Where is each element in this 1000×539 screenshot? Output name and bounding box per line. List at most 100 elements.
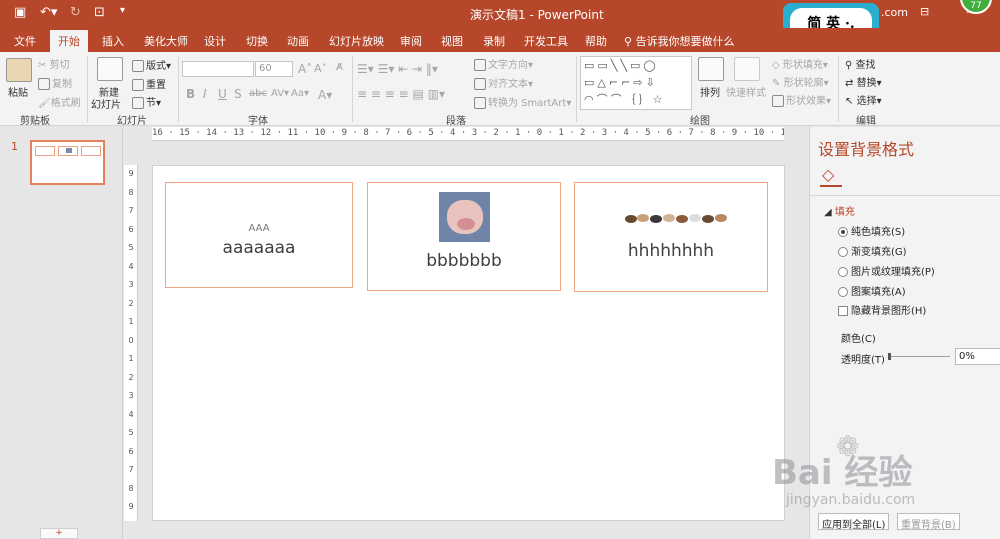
align-text-button[interactable]: 对齐文本▾ bbox=[474, 75, 533, 90]
slider-thumb[interactable] bbox=[888, 353, 891, 360]
solid-fill-label: 纯色填充(S) bbox=[851, 227, 906, 238]
save-icon[interactable]: ▣ bbox=[14, 5, 26, 20]
tab-transitions[interactable]: 切换 bbox=[246, 33, 268, 49]
vruler-number: 1 bbox=[128, 317, 134, 326]
italic-button[interactable]: I bbox=[203, 87, 207, 101]
tab-slideshow[interactable]: 幻灯片放映 bbox=[329, 33, 384, 49]
new-slide-icon[interactable] bbox=[97, 57, 123, 81]
horizontal-ruler: 16 · 15 · 14 · 13 · 12 · 11 · 10 · 9 · 8… bbox=[152, 127, 784, 141]
add-slide-button[interactable]: + bbox=[40, 528, 78, 539]
text-box-3[interactable]: hhhhhhhh bbox=[574, 182, 768, 292]
thumb-box bbox=[35, 146, 55, 156]
layout-button[interactable]: 版式▾ bbox=[132, 57, 171, 72]
tab-file[interactable]: 文件 bbox=[14, 33, 36, 49]
tab-record[interactable]: 录制 bbox=[483, 33, 505, 49]
smartart-button[interactable]: 转换为 SmartArt▾ bbox=[474, 94, 571, 109]
apply-to-all-button[interactable]: 应用到全部(L) bbox=[818, 513, 890, 531]
arrange-button[interactable]: 排列 bbox=[700, 84, 720, 99]
change-case-label: Aa bbox=[291, 88, 304, 99]
hide-background-graphics-checkbox[interactable]: 隐藏背景图形(H) bbox=[838, 302, 926, 317]
bullets-icon[interactable]: ☰▾ ☰▾ ⇤ ⇥ ‖▾ bbox=[357, 62, 438, 76]
reset-icon bbox=[132, 79, 144, 91]
redo-icon[interactable]: ↻ bbox=[70, 5, 81, 20]
tab-beautify[interactable]: 美化大师 bbox=[144, 33, 188, 49]
copy-label: 复制 bbox=[52, 79, 72, 90]
strikethrough-button[interactable]: abc bbox=[249, 88, 267, 99]
find-button[interactable]: ⚲ 查找 bbox=[845, 56, 876, 71]
ribbon-options-icon[interactable]: ⊟ bbox=[920, 5, 929, 18]
shrink-font-icon[interactable]: A˅ bbox=[314, 62, 327, 75]
tab-review[interactable]: 审阅 bbox=[400, 33, 422, 49]
new-slide-label-2[interactable]: 幻灯片 bbox=[91, 96, 121, 111]
tab-developer[interactable]: 开发工具 bbox=[524, 33, 568, 49]
char-spacing-icon[interactable]: AV▾ bbox=[271, 88, 289, 99]
slideshow-icon[interactable]: ⊡ bbox=[94, 5, 105, 20]
picture-fill-option[interactable]: 图片或纹理填充(P) bbox=[838, 263, 935, 278]
reset-label: 重置 bbox=[146, 80, 166, 91]
tab-view[interactable]: 视图 bbox=[441, 33, 463, 49]
fill-category-icon[interactable]: ◇ bbox=[822, 165, 834, 184]
box3-main-text: hhhhhhhh bbox=[627, 241, 715, 261]
reset-background-button[interactable]: 重置背景(B) bbox=[897, 513, 960, 531]
quick-styles-icon[interactable] bbox=[734, 57, 760, 81]
align-text-icon bbox=[474, 78, 486, 90]
cut-button[interactable]: ✂ 剪切 bbox=[38, 56, 70, 71]
tell-me-search[interactable]: ⚲ 告诉我你想要做什么 bbox=[624, 33, 735, 49]
font-family-input[interactable] bbox=[182, 61, 254, 77]
fill-section-header[interactable]: ◢ 填充 bbox=[824, 203, 855, 218]
font-size-input[interactable]: 60 bbox=[255, 61, 293, 77]
undo-icon[interactable]: ↶▾ bbox=[40, 5, 57, 20]
quick-styles-button[interactable]: 快速样式 bbox=[726, 84, 766, 99]
shape-fill-button[interactable]: ◇ 形状填充▾ bbox=[772, 56, 828, 71]
shape-effects-button[interactable]: 形状效果▾ bbox=[772, 92, 831, 107]
grow-font-icon[interactable]: A˄ bbox=[298, 62, 312, 76]
shapes-gallery[interactable]: ▭▭╲╲▭◯ ▭△⌐⌐⇨⇩ ◠⌒⌒｛｝☆ bbox=[580, 56, 692, 110]
vruler-number: 6 bbox=[128, 224, 134, 234]
effects-icon bbox=[772, 95, 784, 107]
shape-fill-label: 形状填充 bbox=[782, 60, 823, 71]
shadow-button[interactable]: S bbox=[234, 87, 242, 101]
align-icons[interactable]: ≡ ≡ ≡ ≡ ▤ ▥▾ bbox=[357, 87, 445, 101]
text-box-1[interactable]: AAA aaaaaaa bbox=[165, 182, 353, 288]
replace-label: 替换 bbox=[856, 78, 877, 89]
paste-icon[interactable] bbox=[6, 58, 32, 82]
section-button[interactable]: 节▾ bbox=[132, 94, 161, 109]
clear-format-icon[interactable]: A̸ bbox=[336, 62, 343, 73]
shape-outline-button[interactable]: ✎ 形状轮廓▾ bbox=[772, 74, 829, 89]
reset-button[interactable]: 重置 bbox=[132, 76, 166, 91]
pattern-fill-option[interactable]: 图案填充(A) bbox=[838, 283, 906, 298]
replace-button[interactable]: ⇄ 替换▾ bbox=[845, 74, 882, 89]
arrange-icon[interactable] bbox=[698, 57, 724, 81]
account-text: .com bbox=[881, 6, 908, 19]
font-color-icon[interactable]: A▾ bbox=[318, 88, 332, 102]
search-icon: ⚲ bbox=[624, 35, 636, 48]
paw-icon: ❁ bbox=[836, 430, 860, 463]
solid-fill-option[interactable]: 纯色填充(S) bbox=[838, 223, 905, 238]
slide-canvas[interactable]: AAA aaaaaaa bbbbbbb hhhhhhhh bbox=[152, 165, 785, 521]
copy-button[interactable]: 复制 bbox=[38, 75, 72, 90]
gradient-fill-option[interactable]: 渐变填充(G) bbox=[838, 243, 907, 258]
brush-icon: 🖌 bbox=[38, 98, 51, 109]
tab-animations[interactable]: 动画 bbox=[287, 33, 309, 49]
underline-button[interactable]: U bbox=[218, 87, 227, 101]
transparency-label: 透明度(T) bbox=[841, 355, 885, 366]
select-button[interactable]: ↖ 选择▾ bbox=[845, 92, 882, 107]
text-direction-button[interactable]: 文字方向▾ bbox=[474, 56, 533, 71]
slide-thumbnail-1[interactable] bbox=[30, 140, 105, 185]
format-painter-button[interactable]: 🖌格式刷 bbox=[38, 94, 81, 109]
change-case-button[interactable]: Aa▾ bbox=[291, 88, 309, 99]
tab-help[interactable]: 帮助 bbox=[585, 33, 607, 49]
tab-insert[interactable]: 插入 bbox=[102, 33, 124, 49]
vruler-number: 2 bbox=[128, 298, 134, 308]
group-divider bbox=[838, 56, 839, 122]
bold-button[interactable]: B bbox=[186, 87, 195, 101]
tab-home[interactable]: 开始 bbox=[50, 30, 88, 52]
transparency-input[interactable]: 0% bbox=[955, 348, 1000, 365]
text-box-2[interactable]: bbbbbbb bbox=[367, 182, 561, 291]
paste-button[interactable]: 粘贴 bbox=[8, 84, 28, 99]
customize-qat-icon[interactable]: ▾ bbox=[120, 5, 125, 16]
tab-design[interactable]: 设计 bbox=[204, 33, 226, 49]
checkbox bbox=[838, 306, 848, 316]
copy-icon bbox=[38, 78, 50, 90]
transparency-slider[interactable] bbox=[888, 353, 950, 360]
